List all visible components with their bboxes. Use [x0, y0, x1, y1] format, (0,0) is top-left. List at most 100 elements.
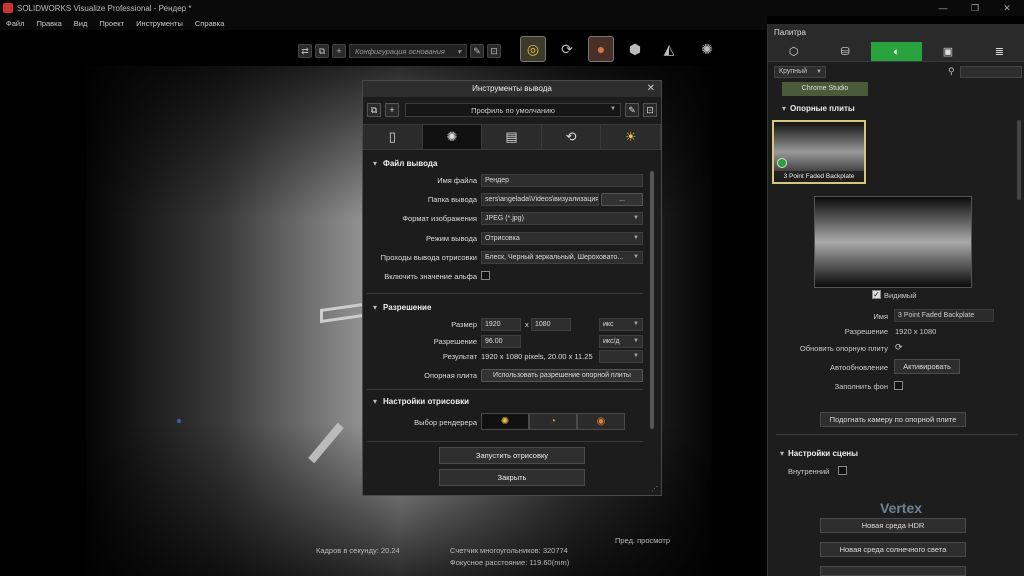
copy-icon[interactable]: ⧉: [315, 44, 329, 58]
section-backplates[interactable]: Опорные плиты: [782, 104, 855, 113]
renderer-quality-icon[interactable]: ◉: [577, 413, 625, 430]
lock-icon[interactable]: ⊡: [487, 44, 501, 58]
next-button[interactable]: [820, 566, 966, 576]
menu-help[interactable]: Справка: [195, 19, 224, 28]
edit-icon[interactable]: ✎: [470, 44, 484, 58]
swap-icon[interactable]: ⇄: [298, 44, 312, 58]
size-label: Размер: [451, 320, 477, 329]
renderer-preview-icon[interactable]: ◔: [529, 413, 577, 430]
fill-checkbox[interactable]: [894, 381, 903, 390]
configuration-select[interactable]: Конфигурация основания ▾: [349, 44, 467, 58]
section-output-file[interactable]: Файл вывода: [373, 159, 437, 168]
scroll-thumb[interactable]: [650, 171, 654, 429]
camera-icon[interactable]: ◭: [656, 36, 682, 62]
palette-scrollbar[interactable]: [1017, 120, 1021, 200]
width-field[interactable]: 1920: [481, 318, 521, 331]
new-hdr-button[interactable]: Новая среда HDR: [820, 518, 966, 533]
profile-value: Профиль по умолчанию: [471, 105, 555, 115]
section-resolution[interactable]: Разрешение: [373, 303, 431, 312]
menu-tools[interactable]: Инструменты: [136, 19, 183, 28]
profile-select[interactable]: Профиль по умолчанию ▼: [405, 103, 621, 117]
result-unit-select[interactable]: ▼: [599, 350, 643, 363]
chevron-down-icon: ▼: [633, 254, 639, 260]
render-icon[interactable]: ◎: [520, 36, 546, 62]
name-field[interactable]: 3 Point Faded Backplate: [894, 309, 994, 322]
maximize-button[interactable]: ❐: [960, 0, 990, 16]
dialog-title: Инструменты вывода: [472, 84, 552, 93]
alpha-checkbox[interactable]: [481, 271, 490, 280]
visible-label: Видимый: [884, 291, 917, 300]
tab-render-icon[interactable]: ✺: [422, 125, 483, 149]
close-icon[interactable]: ✕: [647, 81, 655, 97]
tab-libraries-icon[interactable]: ≣: [974, 42, 1024, 61]
thumbnail-size-select[interactable]: Крупный ▼: [774, 66, 826, 78]
close-window-button[interactable]: ✕: [992, 0, 1022, 16]
format-label: Формат изображения: [402, 214, 477, 223]
menu-file[interactable]: Файл: [6, 19, 24, 28]
browse-button[interactable]: ...: [601, 193, 643, 206]
chevron-down-icon: ▼: [633, 321, 639, 327]
name-label: Имя: [873, 312, 888, 321]
size-unit-value: икс: [603, 321, 614, 328]
fill-label: Заполнить фон: [834, 382, 888, 391]
minimize-button[interactable]: —: [928, 0, 958, 16]
app-icon: [3, 3, 13, 13]
menu-project[interactable]: Проект: [99, 19, 124, 28]
add-profile-icon[interactable]: +: [385, 103, 399, 117]
section-render-settings[interactable]: Настройки отрисовки: [373, 397, 469, 406]
visible-checkbox[interactable]: ✓: [872, 290, 881, 299]
tab-models-icon[interactable]: ⬡: [768, 42, 819, 61]
start-render-button[interactable]: Запустить отрисовку: [439, 447, 585, 464]
activate-button[interactable]: Активировать: [894, 359, 960, 374]
environment-item[interactable]: Chrome Studio: [782, 82, 868, 96]
tab-turntable-icon[interactable]: ⟲: [542, 125, 602, 149]
turntable-icon[interactable]: ⟳: [554, 36, 580, 62]
tab-appearances-icon[interactable]: ⛁: [819, 42, 870, 61]
height-field[interactable]: 1080: [531, 318, 571, 331]
lock-profile-icon[interactable]: ⊡: [643, 103, 657, 117]
copy-profile-icon[interactable]: ⧉: [367, 103, 381, 117]
folder-field[interactable]: sers\angelada\Videos\визуализация: [481, 193, 599, 206]
size-unit-select[interactable]: икс ▼: [599, 318, 643, 331]
new-sun-button[interactable]: Новая среда солнечного света: [820, 542, 966, 557]
resolution-label: Разрешение: [844, 327, 888, 336]
tab-image-icon[interactable]: ▯: [363, 125, 423, 149]
tab-animation-icon[interactable]: ▤: [482, 125, 542, 149]
aperture-icon[interactable]: ✺: [694, 36, 720, 62]
renderer-fast-icon[interactable]: ✺: [481, 413, 529, 430]
backplate-thumbnail[interactable]: 3 Point Faded Backplate: [772, 120, 866, 184]
viewport-toolbar: ⇄ ⧉ + Конфигурация основания ▾ ✎ ⊡: [298, 40, 501, 62]
tab-cameras-icon[interactable]: ▣: [922, 42, 973, 61]
model-icon[interactable]: ⬢: [622, 36, 648, 62]
menu-view[interactable]: Вид: [74, 19, 88, 28]
fit-camera-button[interactable]: Подогнать камеру по опорной плите: [820, 412, 966, 427]
res-unit-value: икс/д: [603, 338, 620, 345]
result-label: Результат: [442, 352, 477, 361]
tab-sunstudy-icon[interactable]: ☀: [601, 125, 661, 149]
format-select[interactable]: JPEG (*.jpg) ▼: [481, 212, 643, 225]
edit-profile-icon[interactable]: ✎: [625, 103, 639, 117]
add-icon[interactable]: +: [332, 44, 346, 58]
section-scene-settings[interactable]: Настройки сцены: [780, 449, 858, 458]
dialog-scrollbar[interactable]: [649, 161, 655, 431]
mode-value: Отрисовка: [485, 235, 520, 242]
mode-select[interactable]: Отрисовка ▼: [481, 232, 643, 245]
menu-bar: Файл Правка Вид Проект Инструменты Справ…: [0, 16, 767, 30]
refresh-icon[interactable]: ⟳: [895, 342, 903, 353]
close-dialog-button[interactable]: Закрыть: [439, 469, 585, 486]
interior-checkbox[interactable]: [838, 466, 847, 475]
tab-environments-icon[interactable]: ◐: [870, 42, 923, 61]
filename-label: Имя файла: [437, 176, 477, 185]
appearance-icon[interactable]: ●: [588, 36, 614, 62]
palette-filter-row: Крупный ▼ ⚲: [768, 64, 1024, 80]
resize-grip-icon[interactable]: ⋰: [651, 485, 658, 493]
res-field[interactable]: 96.00: [481, 335, 521, 348]
passes-select[interactable]: Блеск, Черный зеркальный, Шероховато... …: [481, 251, 643, 264]
filename-field[interactable]: Рендер: [481, 174, 643, 187]
use-backplate-resolution-button[interactable]: Использовать разрешение опорной плиты: [481, 369, 643, 382]
menu-edit[interactable]: Правка: [36, 19, 61, 28]
chevron-down-icon: ▼: [633, 353, 639, 359]
search-input[interactable]: [960, 66, 1022, 78]
res-unit-select[interactable]: икс/д ▼: [599, 335, 643, 348]
viewport-mode-toolbar: ◎ ⟳ ● ⬢ ◭ ✺: [520, 36, 720, 62]
